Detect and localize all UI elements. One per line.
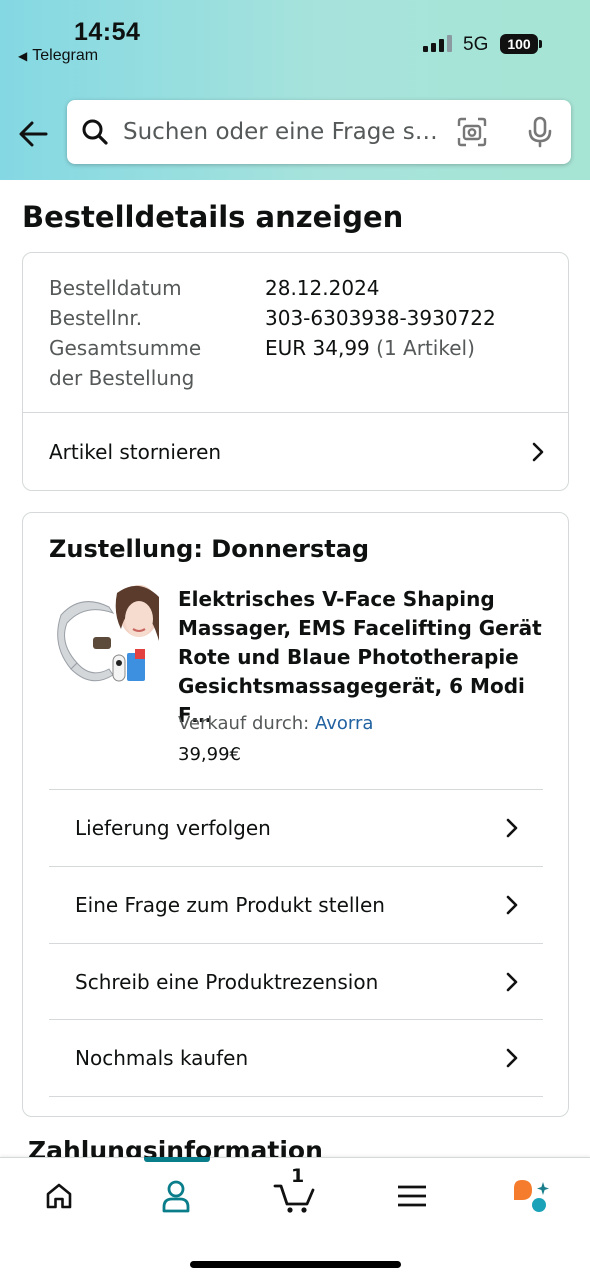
- status-time: 14:54: [74, 18, 141, 46]
- delivery-title: Zustellung: Donnerstag: [49, 535, 370, 563]
- order-date-value: 28.12.2024: [265, 276, 380, 300]
- track-delivery-link[interactable]: Lieferung verfolgen: [75, 790, 523, 866]
- nav-home[interactable]: [39, 1176, 79, 1216]
- signal-icon: [423, 35, 452, 52]
- cancel-item-label: Artikel stornieren: [49, 440, 222, 464]
- product-title[interactable]: Elektrisches V-Face Shaping Massager, EM…: [178, 585, 548, 730]
- chevron-right-icon: [506, 818, 518, 838]
- seller-line: Verkauf durch: Avorra: [178, 713, 373, 734]
- order-total-label: Gesamtsumme der Bestellung: [49, 333, 249, 393]
- nav-rufus-assistant[interactable]: [510, 1176, 550, 1216]
- order-item-count: (1 Artikel): [376, 336, 475, 360]
- action-label: Eine Frage zum Produkt stellen: [75, 893, 385, 917]
- search-bar[interactable]: [67, 100, 571, 164]
- order-total-label-line2: der Bestellung: [49, 366, 195, 390]
- seller-prefix: Verkauf durch:: [178, 713, 310, 734]
- app-header: 14:54 ◀ Telegram 5G 100: [0, 0, 590, 180]
- back-to-app-link[interactable]: ◀ Telegram: [18, 47, 98, 65]
- buy-again-link[interactable]: Nochmals kaufen: [75, 1020, 523, 1096]
- action-label: Lieferung verfolgen: [75, 816, 271, 840]
- order-number-value: 303-6303938-3930722: [265, 306, 496, 330]
- bottom-nav-bar: 1: [0, 1157, 590, 1280]
- back-arrow-icon[interactable]: [16, 116, 52, 152]
- battery-level: 100: [507, 36, 531, 52]
- chevron-right-icon: [506, 895, 518, 915]
- action-label: Nochmals kaufen: [75, 1046, 249, 1070]
- home-icon: [46, 1183, 72, 1209]
- microphone-icon[interactable]: [525, 116, 555, 148]
- product-price: 39,99€: [178, 744, 241, 765]
- search-icon: [82, 119, 108, 145]
- action-label: Schreib eine Produktrezension: [75, 970, 379, 994]
- page-title: Bestelldetails anzeigen: [22, 200, 404, 234]
- back-triangle-icon: ◀: [18, 49, 28, 63]
- network-label: 5G: [463, 34, 489, 55]
- chevron-right-icon: [506, 972, 518, 992]
- cancel-item-link[interactable]: Artikel stornieren: [49, 413, 549, 491]
- search-input[interactable]: [123, 100, 443, 164]
- order-total-value: EUR 34,99 (1 Artikel): [265, 333, 475, 363]
- order-date-label: Bestelldatum: [49, 276, 182, 300]
- nav-menu[interactable]: [392, 1176, 432, 1216]
- nav-account[interactable]: [156, 1176, 196, 1216]
- camera-scan-icon[interactable]: [457, 117, 487, 147]
- back-app-label: Telegram: [32, 47, 99, 64]
- active-tab-indicator: [144, 1157, 210, 1162]
- seller-link[interactable]: Avorra: [315, 713, 373, 734]
- order-number-label: Bestellnr.: [49, 306, 143, 330]
- product-image[interactable]: [51, 583, 159, 691]
- home-indicator: [190, 1261, 401, 1268]
- chevron-right-icon: [506, 1048, 518, 1068]
- menu-icon: [398, 1185, 426, 1207]
- rufus-assistant-icon: [514, 1180, 549, 1212]
- divider: [49, 1096, 543, 1097]
- ask-question-link[interactable]: Eine Frage zum Produkt stellen: [75, 867, 523, 943]
- account-icon: [162, 1180, 190, 1213]
- write-review-link[interactable]: Schreib eine Produktrezension: [75, 944, 523, 1020]
- battery-icon: 100: [500, 34, 542, 54]
- chevron-right-icon: [532, 442, 544, 462]
- delivery-card: Zustellung: Donnerstag Elektrisches V-Fa…: [22, 512, 569, 1117]
- cart-count-badge: 1: [291, 1165, 305, 1187]
- order-summary-card: Bestelldatum 28.12.2024 Bestellnr. 303-6…: [22, 252, 569, 491]
- order-total-amount: EUR 34,99: [265, 336, 370, 360]
- order-total-label-line1: Gesamtsumme: [49, 336, 202, 360]
